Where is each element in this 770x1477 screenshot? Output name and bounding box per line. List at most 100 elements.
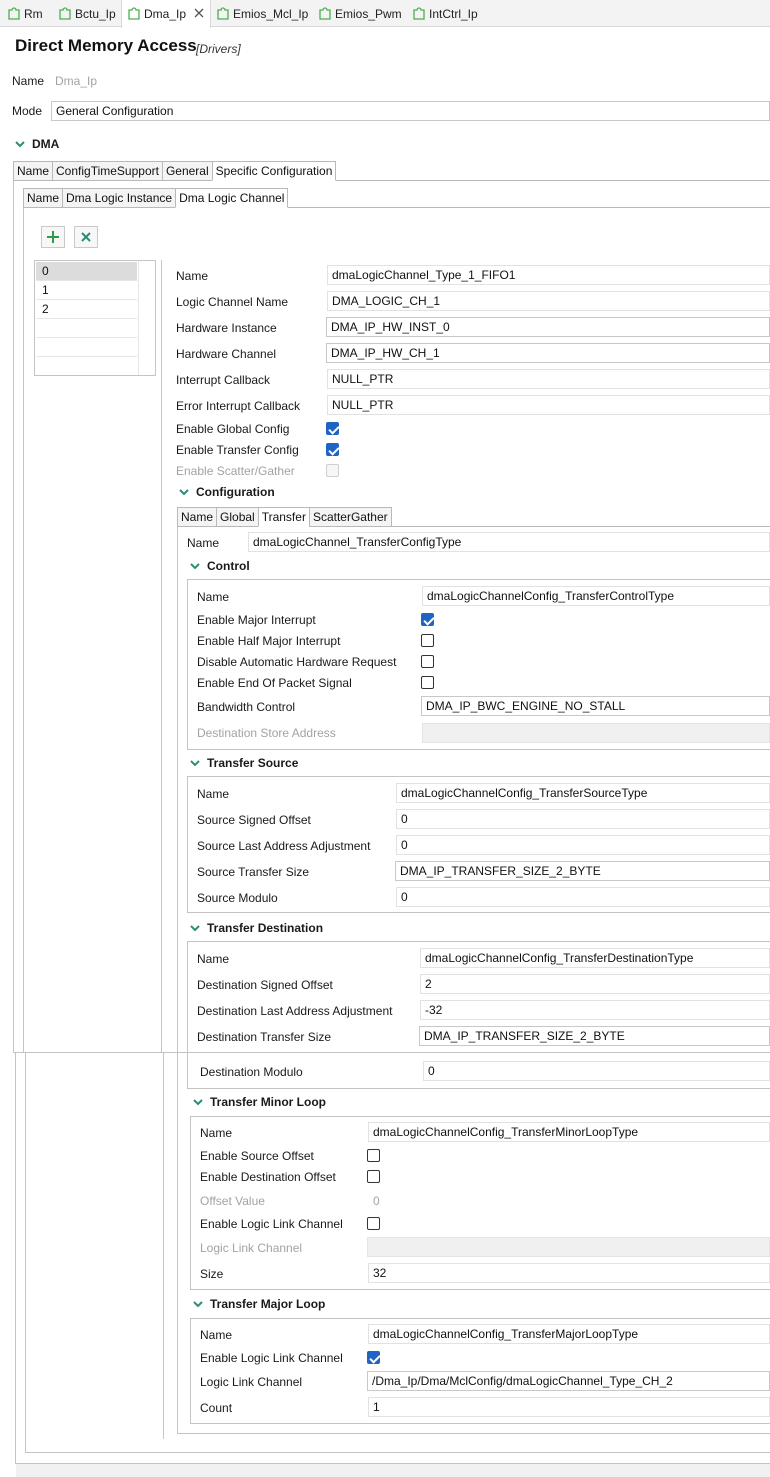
- list-item[interactable]: 1: [36, 281, 137, 300]
- tab-name[interactable]: Name: [13, 161, 53, 181]
- destination-last-address-adjustment-label: Destination Last Address Adjustment: [197, 1004, 393, 1018]
- tab-name[interactable]: Name: [23, 188, 63, 208]
- tab-label: Rm: [24, 6, 43, 21]
- horizontal-scrollbar[interactable]: [16, 1464, 770, 1477]
- major-logic-link-channel-select[interactable]: /Dma_Ip/Dma/MclConfig/dmaLogicChannel_Ty…: [367, 1371, 770, 1391]
- destination-signed-offset-field[interactable]: 2: [420, 974, 770, 994]
- configuration-section-header[interactable]: Configuration: [178, 485, 275, 499]
- bandwidth-control-label: Bandwidth Control: [197, 700, 296, 714]
- tab-rm[interactable]: Rm: [2, 0, 49, 27]
- add-button[interactable]: [41, 226, 65, 248]
- source-modulo-field[interactable]: 0: [396, 887, 770, 907]
- list-item[interactable]: 2: [36, 300, 137, 319]
- dest-store-address-field: [422, 723, 770, 743]
- tab-intctrl-ip[interactable]: IntCtrl_Ip: [407, 0, 484, 27]
- disable-auto-hw-request-checkbox[interactable]: [421, 655, 434, 668]
- destination-transfer-size-select[interactable]: DMA_IP_TRANSFER_SIZE_2_BYTE: [419, 1026, 770, 1046]
- control-name-field[interactable]: dmaLogicChannelConfig_TransferControlTyp…: [422, 586, 770, 606]
- hardware-instance-select[interactable]: DMA_IP_HW_INST_0: [326, 317, 770, 337]
- hardware-channel-select[interactable]: DMA_IP_HW_CH_1: [326, 343, 770, 363]
- dma-section-header[interactable]: DMA: [14, 137, 59, 151]
- minor-loop-name-field[interactable]: dmaLogicChannelConfig_TransferMinorLoopT…: [368, 1122, 770, 1142]
- chevron-down-icon: [179, 489, 189, 496]
- major-loop-name-field[interactable]: dmaLogicChannelConfig_TransferMajorLoopT…: [368, 1324, 770, 1344]
- bandwidth-control-select[interactable]: DMA_IP_BWC_ENGINE_NO_STALL: [421, 696, 770, 716]
- editor-tab-bar: Rm Bctu_Ip Dma_Ip Emios_Mcl_Ip Emios_Pwm…: [0, 0, 770, 28]
- destination-name-field[interactable]: dmaLogicChannelConfig_TransferDestinatio…: [420, 948, 770, 968]
- interrupt-callback-field[interactable]: NULL_PTR: [327, 369, 770, 389]
- plugin-icon: [128, 7, 140, 21]
- close-icon[interactable]: [194, 7, 204, 21]
- tab-dma-ip[interactable]: Dma_Ip: [121, 0, 212, 28]
- minor-size-label: Size: [200, 1267, 224, 1281]
- transfer-destination-section-header[interactable]: Transfer Destination: [189, 921, 323, 935]
- tab-global[interactable]: Global: [216, 507, 258, 527]
- destination-modulo-field[interactable]: 0: [423, 1061, 770, 1081]
- tab-scatter-gather[interactable]: ScatterGather: [308, 507, 392, 527]
- section-title: Transfer Major Loop: [210, 1297, 326, 1311]
- tab-bctu-ip[interactable]: Bctu_Ip: [53, 0, 122, 27]
- major-loop-name-label: Name: [200, 1328, 233, 1342]
- tab-config-time-support[interactable]: ConfigTimeSupport: [52, 161, 162, 181]
- tab-emios-pwm[interactable]: Emios_Pwm: [313, 0, 408, 27]
- source-name-field[interactable]: dmaLogicChannelConfig_TransferSourceType: [396, 783, 770, 803]
- tab-label: Bctu_Ip: [75, 6, 116, 21]
- enable-global-config-checkbox[interactable]: [326, 422, 339, 435]
- dest-store-address-label: Destination Store Address: [197, 726, 336, 740]
- transfer-name-field[interactable]: dmaLogicChannel_TransferConfigType: [248, 532, 770, 552]
- tab-specific-configuration[interactable]: Specific Configuration: [211, 161, 337, 181]
- plugin-icon: [319, 6, 331, 21]
- source-transfer-size-select[interactable]: DMA_IP_TRANSFER_SIZE_2_BYTE: [395, 861, 770, 881]
- remove-button[interactable]: [74, 226, 98, 248]
- tab-transfer[interactable]: Transfer: [257, 507, 309, 527]
- enable-end-of-packet-checkbox[interactable]: [421, 676, 434, 689]
- destination-last-address-adjustment-field[interactable]: -32: [420, 1000, 770, 1020]
- module-name-label: Name: [12, 74, 45, 88]
- tab-name[interactable]: Name: [177, 507, 217, 527]
- config-frame-bottom: [177, 1433, 770, 1434]
- major-loop-section-header[interactable]: Transfer Major Loop: [192, 1297, 325, 1311]
- lower-outer-frame-left: [15, 1052, 16, 1463]
- chevron-down-icon: [190, 563, 200, 570]
- enable-transfer-config-checkbox[interactable]: [326, 443, 339, 456]
- offset-value-field: 0: [373, 1194, 380, 1208]
- major-enable-logic-link-checkbox[interactable]: [367, 1351, 380, 1364]
- tab-label: IntCtrl_Ip: [429, 6, 478, 21]
- enable-major-interrupt-checkbox[interactable]: [421, 613, 434, 626]
- enable-destination-offset-checkbox[interactable]: [367, 1170, 380, 1183]
- section-title: Transfer Minor Loop: [210, 1095, 327, 1109]
- error-interrupt-callback-field[interactable]: NULL_PTR: [327, 395, 770, 415]
- plugin-icon: [217, 6, 229, 21]
- list-item[interactable]: 0: [36, 262, 137, 281]
- tab-dma-logic-channel[interactable]: Dma Logic Channel: [175, 188, 289, 208]
- transfer-source-section-header[interactable]: Transfer Source: [189, 756, 298, 770]
- tab-emios-mcl-ip[interactable]: Emios_Mcl_Ip: [211, 0, 314, 27]
- source-last-address-adjustment-label: Source Last Address Adjustment: [197, 839, 371, 853]
- minor-enable-logic-link-checkbox[interactable]: [367, 1217, 380, 1230]
- chevron-down-icon: [193, 1099, 203, 1106]
- section-title: DMA: [32, 137, 60, 151]
- minor-loop-section-header[interactable]: Transfer Minor Loop: [192, 1095, 326, 1109]
- enable-source-offset-checkbox[interactable]: [367, 1149, 380, 1162]
- outer-frame-left: [13, 180, 14, 1052]
- control-section-header[interactable]: Control: [189, 559, 250, 573]
- tab-general[interactable]: General: [161, 161, 212, 181]
- list-scrollbar[interactable]: [138, 261, 155, 375]
- channel-name-field[interactable]: dmaLogicChannel_Type_1_FIFO1: [327, 265, 770, 285]
- source-last-address-adjustment-field[interactable]: 0: [396, 835, 770, 855]
- hardware-channel-label: Hardware Channel: [176, 347, 277, 361]
- logic-channel-name-field[interactable]: DMA_LOGIC_CH_1: [327, 291, 770, 311]
- mode-select[interactable]: General Configuration: [51, 101, 770, 121]
- channel-name-label: Name: [176, 269, 209, 283]
- tab-dma-logic-instance[interactable]: Dma Logic Instance: [62, 188, 176, 208]
- page-subtitle: [Drivers]: [196, 42, 241, 56]
- major-logic-link-channel-label: Logic Link Channel: [200, 1375, 303, 1389]
- error-interrupt-callback-label: Error Interrupt Callback: [176, 399, 301, 413]
- control-name-label: Name: [197, 590, 230, 604]
- enable-half-major-interrupt-checkbox[interactable]: [421, 634, 434, 647]
- list-item-empty: [36, 338, 137, 357]
- minor-size-field[interactable]: 32: [368, 1263, 770, 1283]
- channel-list: 0 1 2: [34, 260, 156, 376]
- source-signed-offset-field[interactable]: 0: [396, 809, 770, 829]
- major-count-field[interactable]: 1: [368, 1397, 770, 1417]
